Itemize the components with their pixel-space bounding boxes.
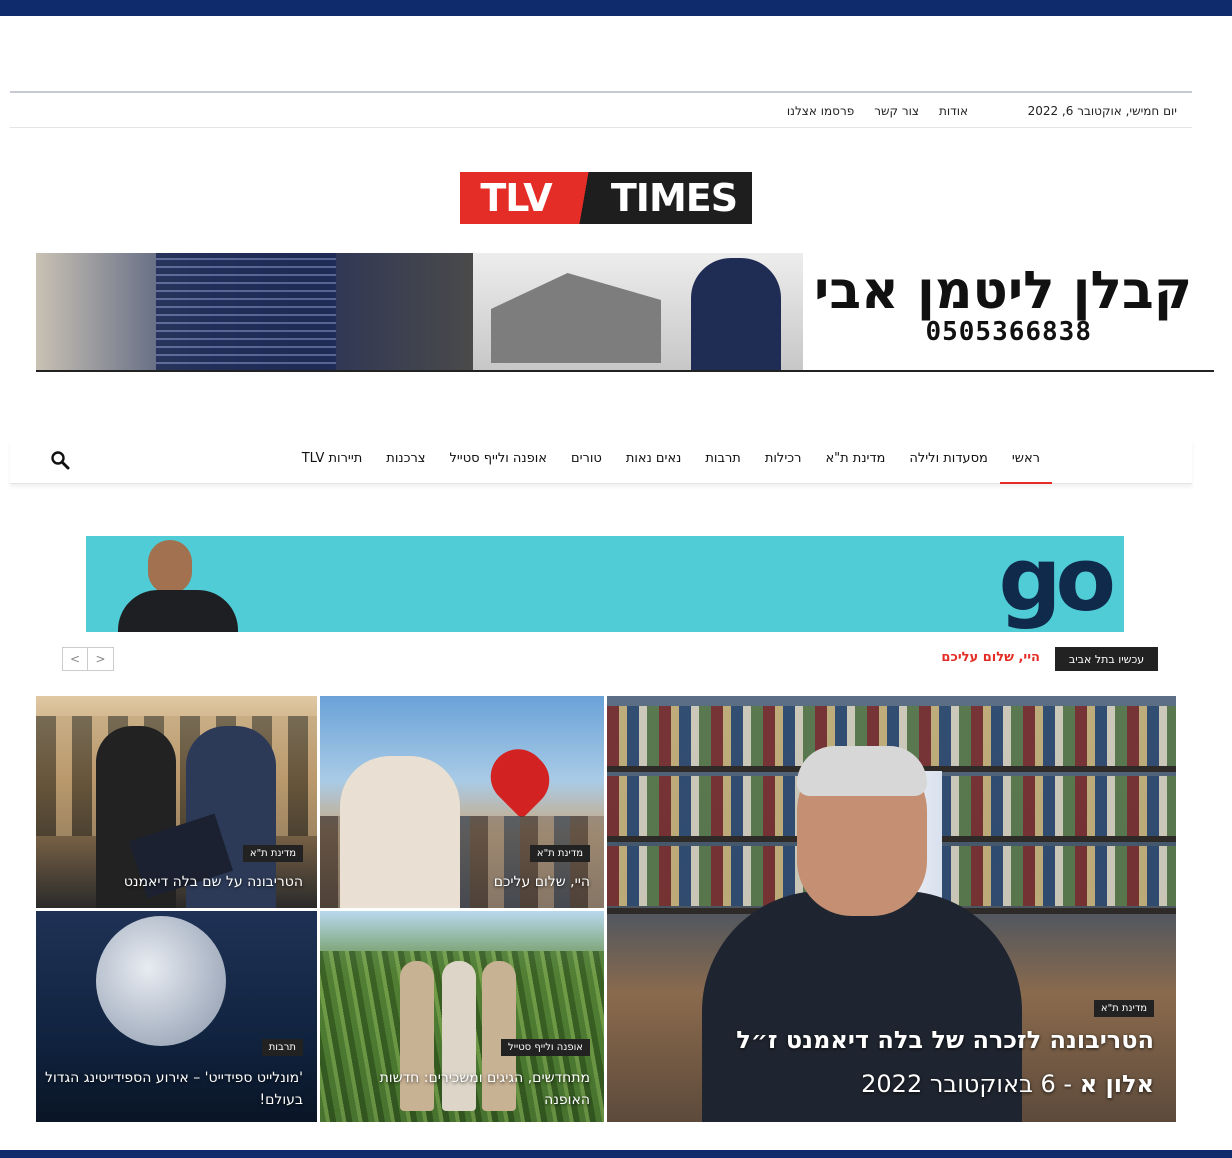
site-logo[interactable]: TLV TIMES — [460, 172, 752, 224]
ad-phone: 0505366838 — [925, 317, 1092, 347]
ad-person-head — [148, 540, 192, 594]
nav-item-restaurants[interactable]: מסעדות ולילה — [897, 440, 999, 484]
article-tile-tribune[interactable]: מדינת ת"א הטריבונה על שם בלה דיאמנט — [36, 696, 317, 908]
ad-photo-worker — [36, 253, 473, 370]
article-author[interactable]: אלון א — [1080, 1070, 1154, 1098]
category-badge[interactable]: תרבות — [261, 1039, 303, 1056]
current-date: יום חמישי, אוקטובר 6, 2022 — [1027, 104, 1177, 118]
article-title[interactable]: הטריבונה לזכרה של בלה דיאמנט ז״ל — [736, 1026, 1154, 1054]
category-badge[interactable]: מדינת ת"א — [1093, 1000, 1154, 1017]
article-title[interactable]: הטריבונה על שם בלה דיאמנט — [124, 874, 303, 890]
header-divider-bottom — [10, 127, 1192, 128]
logo-times: TIMES — [596, 172, 752, 224]
moon-image — [96, 916, 226, 1046]
bottom-border-bar — [0, 1150, 1232, 1158]
ad-person-body — [118, 590, 238, 632]
ad-photo-man — [691, 258, 781, 370]
article-date: 6 באוקטובר 2022 — [861, 1070, 1056, 1098]
top-links: אודות צור קשר פרסמו אצלנו — [787, 100, 968, 122]
article-tile-fashion[interactable]: אופנה ולייף סטייל מתחדשים, הגיגים ומשכיר… — [320, 911, 604, 1122]
category-badge[interactable]: מדינת ת"א — [242, 845, 303, 862]
article-photo-person — [702, 746, 1022, 1122]
nav-item-culture[interactable]: תרבות — [693, 440, 752, 484]
nav-items: ראשי מסעדות ולילה מדינת ת"א רכילות תרבות… — [290, 440, 1053, 484]
nav-item-home[interactable]: ראשי — [999, 440, 1053, 484]
nav-item-handsome[interactable]: נאים נאות — [614, 440, 694, 484]
ticker-pager: < > — [62, 647, 114, 671]
featured-article-large[interactable]: מדינת ת"א הטריבונה לזכרה של בלה דיאמנט ז… — [607, 696, 1176, 1122]
go-logo: go — [998, 536, 1116, 631]
ticker-headline[interactable]: היי, שלום עליכם — [941, 650, 1040, 665]
meta-separator: - — [1055, 1070, 1073, 1098]
category-badge[interactable]: מדינת ת"א — [529, 845, 590, 862]
ad-photo-shirt — [156, 253, 336, 370]
main-navigation: ראשי מסעדות ולילה מדינת ת"א רכילות תרבות… — [10, 440, 1192, 484]
nav-item-consumer[interactable]: צרכנות — [374, 440, 437, 484]
nav-item-fashion[interactable]: אופנה ולייף סטייל — [438, 440, 559, 484]
ticker-label: עכשיו בתל אביב — [1055, 647, 1158, 671]
nav-item-tlv-state[interactable]: מדינת ת"א — [813, 440, 897, 484]
header-divider — [10, 91, 1192, 93]
logo-tlv: TLV — [460, 172, 572, 224]
nav-item-gossip[interactable]: רכילות — [753, 440, 814, 484]
category-badge[interactable]: אופנה ולייף סטייל — [501, 1039, 590, 1056]
go-banner-ad[interactable]: go — [86, 536, 1124, 632]
nav-item-tourism[interactable]: תיירות TLV — [290, 440, 375, 484]
logo-separator — [572, 172, 596, 224]
ticker-next-button[interactable]: > — [88, 647, 114, 671]
article-title[interactable]: מתחדשים, הגיגים ומשכירים: חדשות האופנה — [330, 1067, 590, 1111]
article-meta: אלון א - 6 באוקטובר 2022 — [861, 1070, 1154, 1098]
top-link-about[interactable]: אודות — [939, 100, 968, 122]
heart-sculpture-image — [479, 737, 561, 820]
article-tile-speed-dating[interactable]: תרבות 'מונלייט ספידייט' – אירוע הספידייט… — [36, 911, 317, 1122]
ad-person-image — [118, 540, 238, 632]
article-title[interactable]: 'מונלייט ספידייט' – אירוע הספידייטינג הג… — [43, 1067, 303, 1111]
ad-title: קבלן ליטמן אבי — [814, 261, 1192, 321]
top-border-bar — [0, 0, 1232, 16]
ticker-prev-button[interactable]: < — [62, 647, 88, 671]
top-link-contact[interactable]: צור קשר — [874, 100, 919, 122]
person-hair — [797, 746, 927, 796]
search-icon[interactable] — [50, 450, 70, 470]
nav-item-columns[interactable]: טורים — [559, 440, 614, 484]
article-tile-shofar[interactable]: מדינת ת"א היי, שלום עליכם — [320, 696, 604, 908]
top-link-advertise[interactable]: פרסמו אצלנו — [787, 100, 854, 122]
article-title[interactable]: היי, שלום עליכם — [494, 874, 590, 890]
contractor-banner-ad[interactable]: קבלן ליטמן אבי 0505366838 — [36, 253, 1214, 372]
shofar-player-image — [340, 756, 460, 908]
